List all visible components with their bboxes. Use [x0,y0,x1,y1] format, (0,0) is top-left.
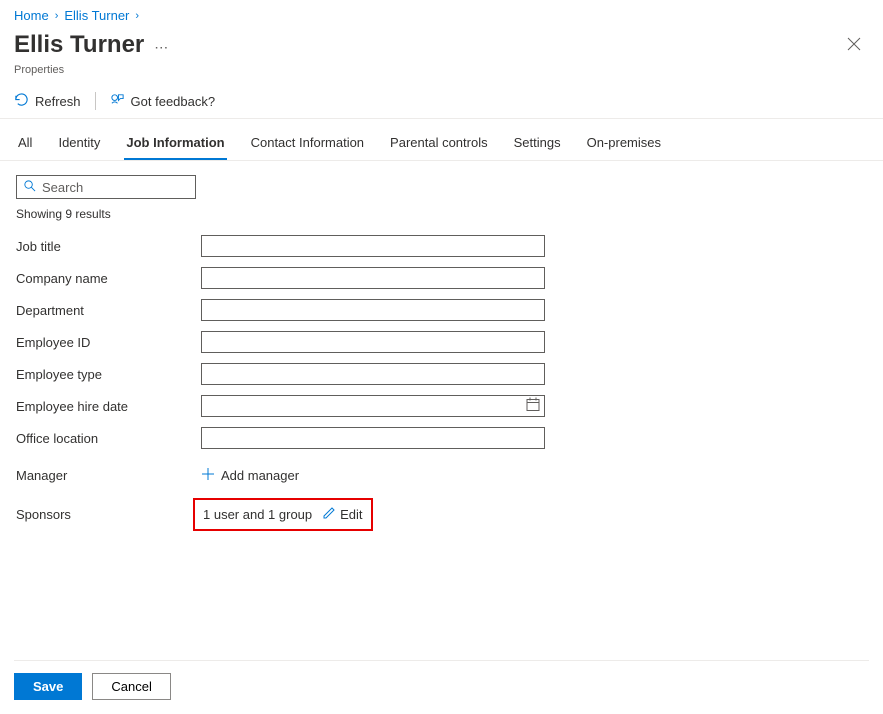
search-box[interactable] [16,175,196,199]
refresh-button[interactable]: Refresh [14,92,81,110]
edit-label: Edit [340,507,362,522]
field-manager: Manager Add manager [16,467,867,484]
tab-job-information[interactable]: Job Information [124,129,226,160]
add-manager-label: Add manager [221,468,299,483]
toolbar-divider [95,92,96,110]
employee-type-label: Employee type [16,367,201,382]
sponsors-value: 1 user and 1 group [203,507,312,522]
tab-settings[interactable]: Settings [512,129,563,160]
more-actions-button[interactable]: ⋯ [154,39,169,56]
refresh-icon [14,92,29,110]
edit-sponsors-button[interactable]: Edit [322,506,362,523]
feedback-icon [110,92,125,110]
department-label: Department [16,303,201,318]
sponsors-label: Sponsors [16,507,201,522]
breadcrumb: Home › Ellis Turner › [0,0,883,27]
tab-identity[interactable]: Identity [56,129,102,160]
page-header: Ellis Turner ⋯ [0,27,883,64]
plus-icon [201,467,215,484]
pencil-icon [322,506,336,523]
hire-date-label: Employee hire date [16,399,201,414]
close-icon[interactable] [839,31,869,62]
results-count: Showing 9 results [16,207,867,221]
chevron-right-icon: › [55,10,59,22]
manager-label: Manager [16,468,201,483]
field-employee-id: Employee ID [16,331,867,353]
page-subtitle: Properties [0,64,883,86]
field-employee-type: Employee type [16,363,867,385]
breadcrumb-user[interactable]: Ellis Turner [64,8,129,23]
tab-on-premises[interactable]: On-premises [585,129,663,160]
save-button[interactable]: Save [14,673,82,700]
calendar-icon[interactable] [526,398,540,415]
department-input[interactable] [201,299,545,321]
office-location-input[interactable] [201,427,545,449]
search-icon [23,179,36,195]
job-title-input[interactable] [201,235,545,257]
field-company-name: Company name [16,267,867,289]
tab-all[interactable]: All [16,129,34,160]
field-office-location: Office location [16,427,867,449]
company-name-label: Company name [16,271,201,286]
sponsors-highlight: 1 user and 1 group Edit [193,498,373,531]
toolbar: Refresh Got feedback? [0,86,883,119]
cancel-button[interactable]: Cancel [92,673,170,700]
field-department: Department [16,299,867,321]
add-manager-button[interactable]: Add manager [201,467,299,484]
job-title-label: Job title [16,239,201,254]
tabs: All Identity Job Information Contact Inf… [0,119,883,161]
hire-date-input[interactable] [201,395,545,417]
refresh-label: Refresh [35,94,81,109]
page-title: Ellis Turner [14,31,144,59]
chevron-right-icon: › [135,10,139,22]
tab-parental-controls[interactable]: Parental controls [388,129,490,160]
breadcrumb-home[interactable]: Home [14,8,49,23]
field-sponsors: Sponsors 1 user and 1 group Edit [16,498,867,531]
tab-contact-information[interactable]: Contact Information [249,129,366,160]
feedback-button[interactable]: Got feedback? [110,92,216,110]
employee-id-label: Employee ID [16,335,201,350]
employee-type-input[interactable] [201,363,545,385]
company-name-input[interactable] [201,267,545,289]
feedback-label: Got feedback? [131,94,216,109]
footer: Save Cancel [14,660,869,700]
field-job-title: Job title [16,235,867,257]
office-location-label: Office location [16,431,201,446]
content-area: Showing 9 results Job title Company name… [0,161,883,555]
employee-id-input[interactable] [201,331,545,353]
search-input[interactable] [42,180,189,195]
field-hire-date: Employee hire date [16,395,867,417]
